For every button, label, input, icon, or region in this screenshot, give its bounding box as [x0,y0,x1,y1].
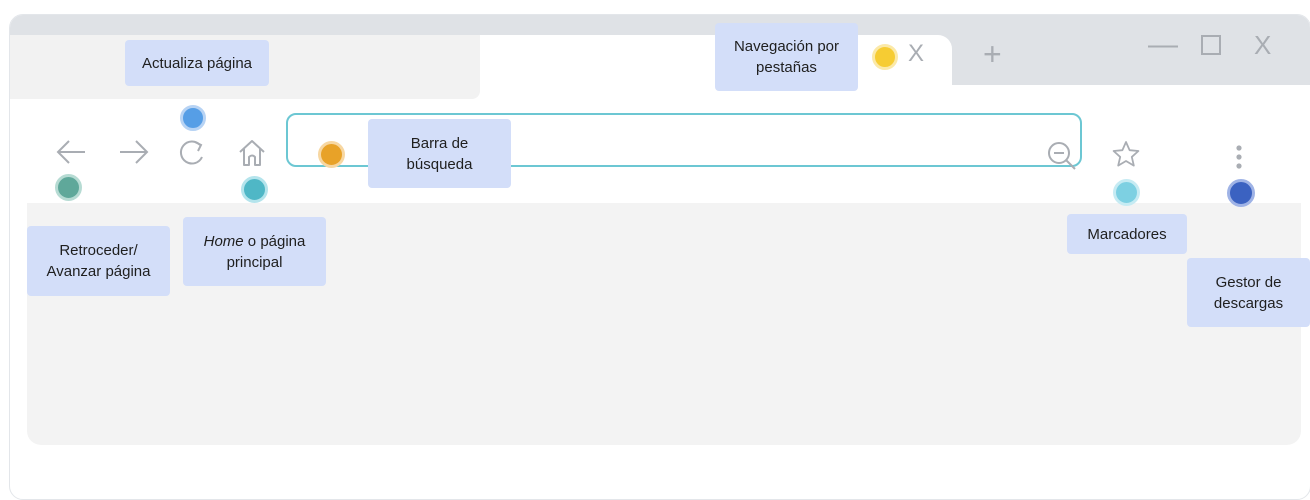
label-downloads: Gestor de descargas [1187,258,1310,327]
label-home: Home o página principal [183,217,326,286]
label-reload: Actualiza página [125,40,269,86]
maximize-button[interactable] [1201,35,1221,55]
home-icon[interactable] [236,137,268,169]
marker-dot-bookmarks [1113,179,1140,206]
marker-dot-reload [180,105,206,131]
label-back-forward: Retroceder/ Avanzar página [27,226,170,296]
label-tabs-navigation: Navegación por pestañas [715,23,858,91]
label-search-bar: Barra de búsqueda [368,119,511,188]
star-icon[interactable] [1111,139,1141,169]
tab-close-button[interactable]: X [908,42,924,66]
new-tab-button[interactable]: + [983,38,1002,70]
label-bookmarks: Marcadores [1067,214,1187,254]
marker-dot-home [241,176,268,203]
back-arrow-icon[interactable] [55,138,87,166]
forward-arrow-icon[interactable] [118,138,150,166]
close-window-button[interactable]: X [1254,32,1271,58]
marker-dot-downloads [1227,179,1255,207]
marker-dot-back-forward [55,174,82,201]
label-home-emphasis: Home [203,232,244,250]
marker-dot-tabs [872,44,898,70]
marker-dot-search [318,141,345,168]
minimize-button[interactable]: — [1148,30,1178,60]
menu-dots-icon[interactable] [1235,144,1243,172]
search-icon[interactable] [1046,140,1078,172]
reload-icon[interactable] [178,138,206,168]
